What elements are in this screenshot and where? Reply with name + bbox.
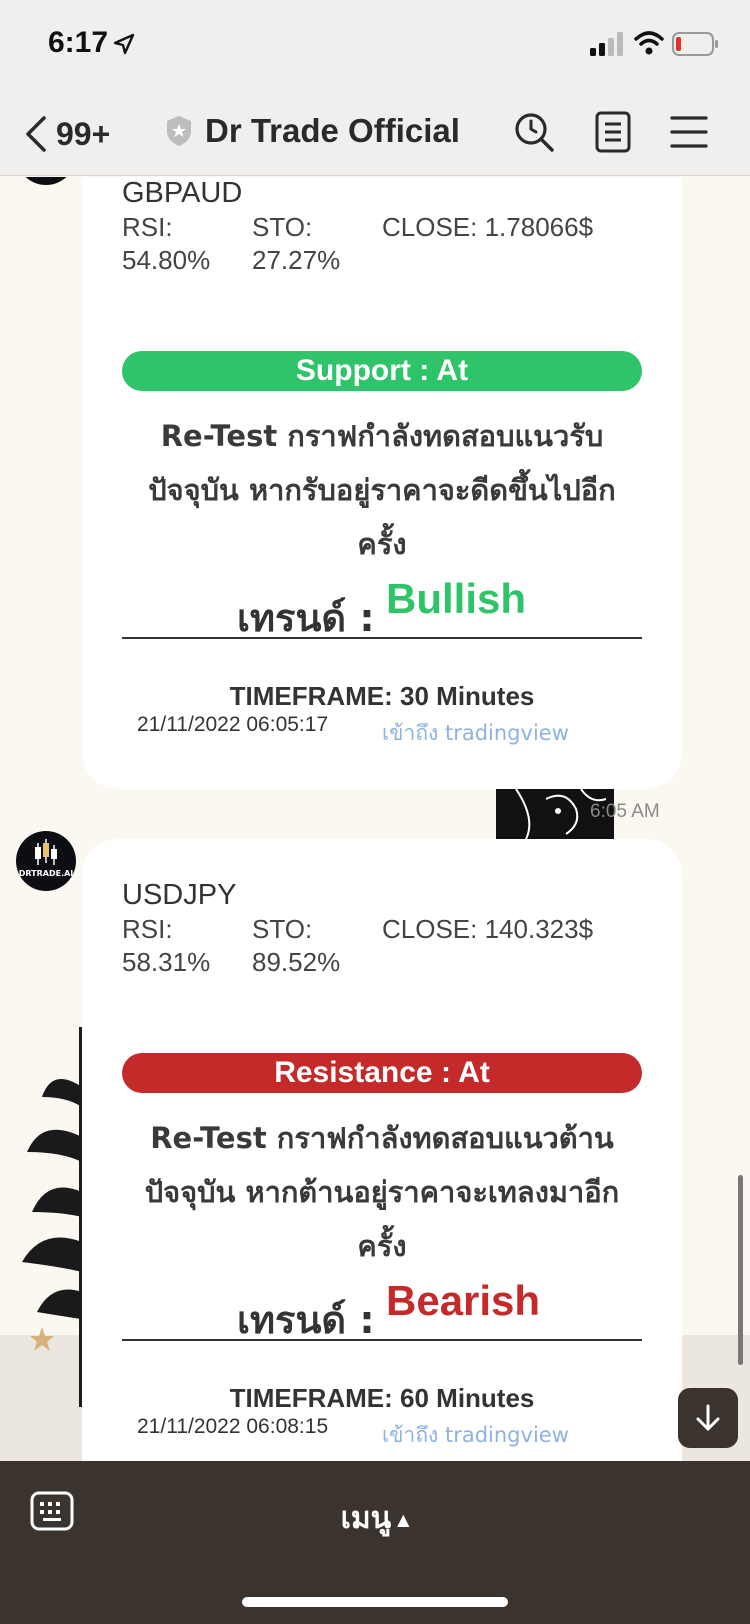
divider — [122, 637, 642, 639]
description-line: ครั้ง — [357, 1229, 407, 1263]
status-bar: 6:17 — [0, 0, 750, 92]
back-button[interactable]: 99+ — [22, 112, 110, 156]
chevron-left-icon — [26, 116, 46, 152]
timeframe: TIMEFRAME: 30 Minutes — [229, 681, 535, 711]
description-line: ปัจจุบัน หากรับอยู่ราคาจะดีดขึ้นไปอีก — [148, 473, 616, 507]
rsi-value: 58.31% — [122, 947, 211, 977]
tradingview-link[interactable]: เข้าถึง tradingview — [382, 1419, 569, 1452]
cellular-signal-icon — [590, 32, 623, 56]
location-arrow-icon — [113, 33, 135, 55]
message-time: 6:05 AM — [590, 801, 660, 822]
candlestick-logo-icon — [35, 839, 57, 865]
close-price: CLOSE: 140.323$ — [382, 914, 594, 944]
currency-pair: GBPAUD — [122, 177, 243, 209]
rsi-value: 54.80% — [122, 245, 211, 275]
search-icon[interactable] — [512, 110, 556, 154]
verified-shield-icon — [167, 116, 191, 146]
signal-description: Re-Test กราฟกำลังทดสอบแนวต้าน ปัจจุบัน ห… — [112, 1111, 652, 1273]
hamburger-menu-icon[interactable] — [670, 112, 708, 152]
notes-icon[interactable] — [594, 110, 632, 154]
close-price: CLOSE: 1.78066$ — [382, 212, 594, 242]
sto-value: 89.52% — [252, 947, 341, 977]
sto-label: STO: — [252, 914, 313, 944]
support-zone-badge: Support : At — [122, 351, 642, 391]
bottom-menu-bar: เมนู ▲ — [0, 1461, 750, 1624]
scroll-to-bottom-button[interactable] — [678, 1388, 738, 1448]
menu-label: เมนู — [340, 1501, 392, 1536]
description-line: Re-Test กราฟกำลังทดสอบแนวต้าน — [150, 1121, 614, 1155]
rsi-label: RSI: — [122, 212, 173, 242]
signal-card-usdjpy: USDJPY RSI: 58.31% STO: 89.52% CLOSE: 14… — [82, 839, 682, 1461]
arrow-down-icon — [696, 1404, 720, 1431]
sto-label: STO: — [252, 212, 313, 242]
signal-card-gbpaud: GBPAUD RSI: 54.80% STO: 27.27% CLOSE: 1.… — [82, 177, 682, 789]
currency-pair: USDJPY — [122, 879, 237, 911]
description-line: Re-Test กราฟกำลังทดสอบแนวรับ — [160, 419, 604, 453]
home-indicator — [242, 1597, 508, 1607]
bot-avatar[interactable]: DRTRADE.AI — [16, 177, 76, 185]
signal-timestamp: 21/11/2022 06:08:15 — [137, 1415, 329, 1438]
bot-avatar[interactable]: DRTRADE.AI — [16, 831, 76, 891]
caret-up-icon: ▲ — [397, 1510, 410, 1529]
chat-title: Dr Trade Official — [205, 112, 460, 149]
trend-value: Bullish — [386, 575, 527, 622]
rich-menu-toggle[interactable]: เมนู ▲ — [0, 1495, 750, 1542]
resistance-zone-badge: Resistance : At — [122, 1053, 642, 1093]
tradingview-link[interactable]: เข้าถึง tradingview — [382, 717, 569, 750]
unread-count: 99+ — [56, 115, 111, 152]
battery-low-icon — [672, 32, 718, 56]
wifi-icon — [634, 31, 664, 55]
description-line: ครั้ง — [357, 527, 407, 561]
trend-value: Bearish — [386, 1277, 541, 1324]
signal-description: Re-Test กราฟกำลังทดสอบแนวรับ ปัจจุบัน หา… — [112, 409, 652, 571]
chat-message-list[interactable]: DRTRADE.AI GBPAUD RSI: 54.80% STO: 27.27… — [0, 177, 750, 1461]
timeframe: TIMEFRAME: 60 Minutes — [229, 1383, 535, 1413]
divider — [122, 1339, 642, 1341]
avatar-logo-text: DRTRADE.AI — [18, 869, 74, 878]
scrollbar[interactable] — [738, 1175, 743, 1365]
status-time: 6:17 — [48, 26, 109, 59]
rsi-label: RSI: — [122, 914, 173, 944]
sto-value: 27.27% — [252, 245, 341, 275]
chat-header: 99+ Dr Trade Official — [0, 92, 750, 176]
signal-timestamp: 21/11/2022 06:05:17 — [137, 713, 329, 736]
description-line: ปัจจุบัน หากต้านอยู่ราคาจะเทลงมาอีก — [144, 1175, 620, 1209]
